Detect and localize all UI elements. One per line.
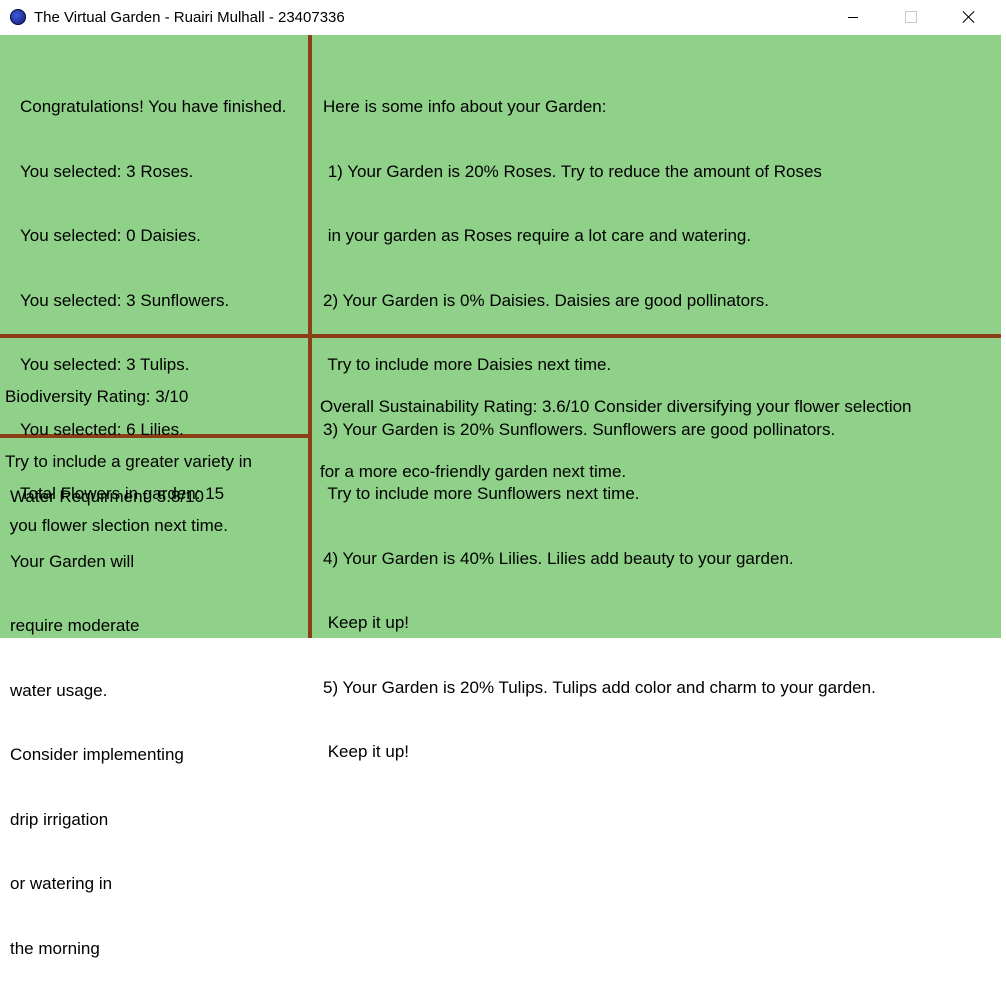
close-icon <box>962 10 976 24</box>
overall-line: Overall Sustainability Rating: 3.6/10 Co… <box>320 397 912 416</box>
maximize-button[interactable] <box>888 0 934 34</box>
info-line: 5) Your Garden is 20% Tulips. Tulips add… <box>323 677 876 697</box>
window-title: The Virtual Garden - Ruairi Mulhall - 23… <box>34 9 345 26</box>
maximize-icon <box>905 11 917 23</box>
water-line: the morning <box>10 938 100 958</box>
window-edge <box>1001 35 1006 638</box>
minimize-icon <box>848 16 858 18</box>
water-line: require moderate <box>10 616 140 635</box>
water-line: or watering in <box>10 874 113 893</box>
biodiversity-line: Biodiversity Rating: 3/10 <box>5 387 189 406</box>
info-line: 4) Your Garden is 40% Lilies. Lilies add… <box>323 548 794 568</box>
info-line: 2) Your Garden is 0% Daisies. Daisies ar… <box>323 290 770 310</box>
water-line: drip irrigation <box>10 809 109 829</box>
minimize-button[interactable] <box>830 0 876 34</box>
summary-line: You selected: 3 Sunflowers. <box>20 290 230 310</box>
overall-line: for a more eco-friendly garden next time… <box>320 461 627 481</box>
water-line: Water Requirment: 5.8/10 <box>10 487 205 506</box>
info-line: in your garden as Roses require a lot ca… <box>323 226 752 245</box>
water-line: Your Garden will <box>10 551 135 571</box>
water-line: Consider implementing <box>10 745 184 764</box>
info-line: Here is some info about your Garden: <box>323 97 607 116</box>
app-globe-icon <box>10 9 26 25</box>
app-window: The Virtual Garden - Ruairi Mulhall - 23… <box>0 0 1006 958</box>
summary-line: You selected: 0 Daisies. <box>20 226 201 245</box>
summary-line: Congratulations! You have finished. <box>20 97 287 116</box>
water-requirement: Water Requirment: 5.8/10 Your Garden wil… <box>10 443 204 1002</box>
sustainability-rating: Overall Sustainability Rating: 3.6/10 Co… <box>320 353 912 525</box>
close-button[interactable] <box>946 0 992 34</box>
info-line: Keep it up! <box>323 613 410 632</box>
info-line: 1) Your Garden is 20% Roses. Try to redu… <box>323 161 822 181</box>
water-line: water usage. <box>10 680 108 700</box>
info-line: Keep it up! <box>323 742 410 761</box>
garden-results-panel: Congratulations! You have finished. You … <box>0 35 1001 958</box>
summary-line: You selected: 3 Roses. <box>20 161 194 181</box>
title-bar[interactable]: The Virtual Garden - Ruairi Mulhall - 23… <box>0 0 1006 35</box>
